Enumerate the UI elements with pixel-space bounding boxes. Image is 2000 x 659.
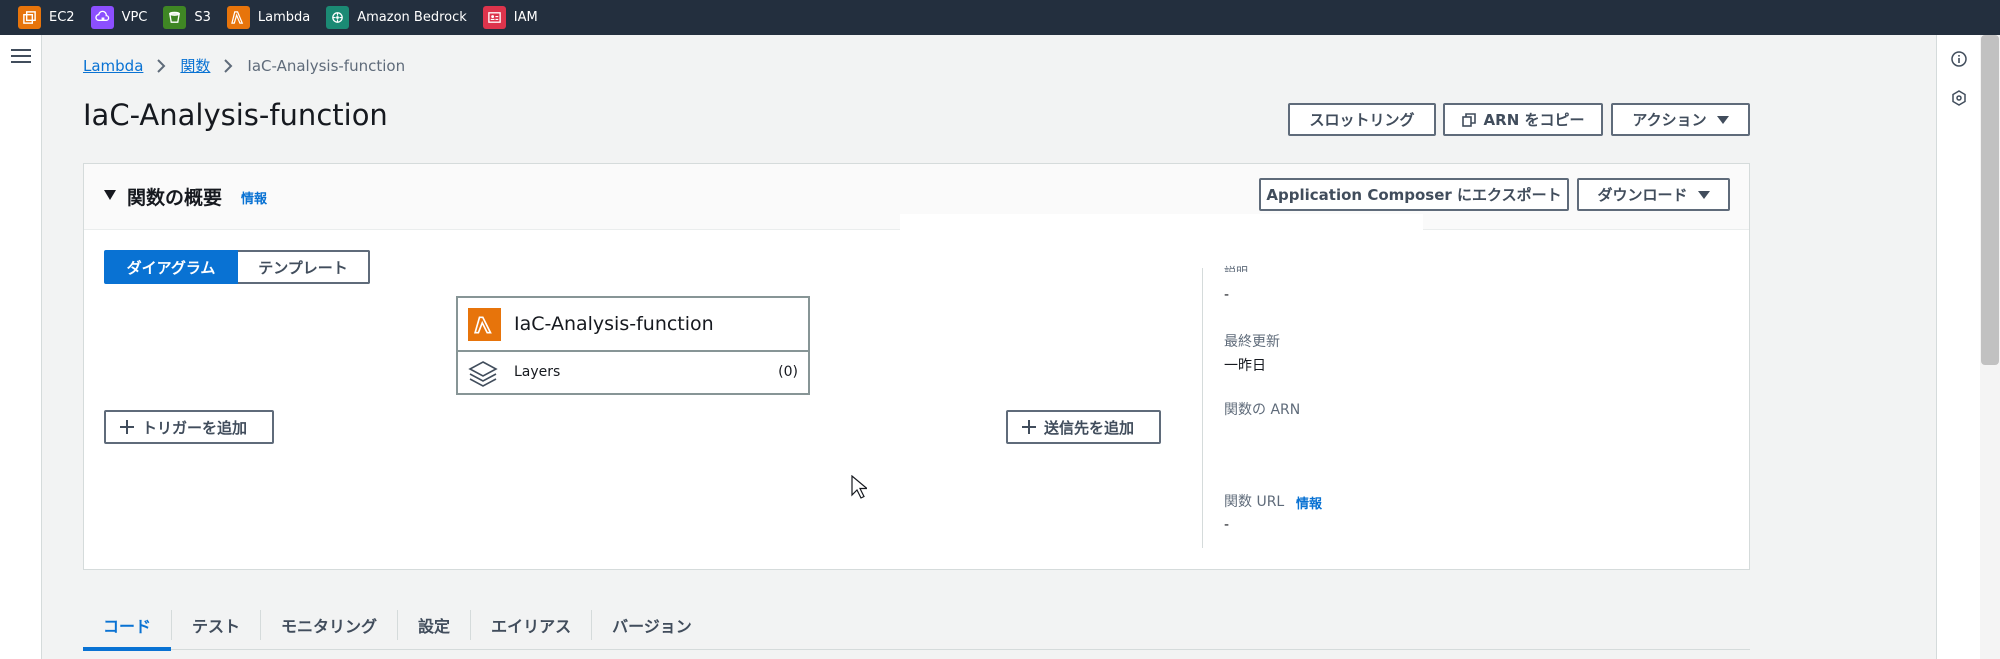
chevron-right-icon — [157, 58, 166, 73]
panel-divider — [1202, 268, 1203, 548]
function-overview-panel: 関数の概要 情報 Application Composer にエクスポート ダウ… — [83, 163, 1750, 570]
function-url-label: 関数 URL — [1224, 494, 1285, 510]
right-tools-rail — [1936, 35, 1980, 659]
page-title: IaC-Analysis-function — [83, 98, 388, 132]
function-arn-label: 関数の ARN — [1224, 402, 1301, 418]
function-url-info-link[interactable]: 情報 — [1296, 493, 1322, 512]
last-modified-value: 一昨日 — [1224, 358, 1266, 374]
s3-icon — [163, 6, 187, 29]
favorite-vpc[interactable]: VPC — [90, 0, 148, 35]
lambda-icon — [468, 308, 501, 341]
breadcrumb-lambda-link[interactable]: Lambda — [83, 57, 143, 75]
tab-aliases[interactable]: エイリアス — [471, 600, 591, 650]
ec2-icon — [18, 6, 41, 29]
caret-down-icon — [1716, 115, 1729, 124]
plus-icon — [120, 420, 134, 434]
tab-versions[interactable]: バージョン — [592, 600, 712, 650]
actions-button-label: アクション — [1632, 111, 1707, 129]
mouse-cursor-icon — [851, 475, 867, 499]
diagram-tab[interactable]: ダイアグラム — [104, 250, 238, 284]
throttle-button-label: スロットリング — [1309, 111, 1415, 129]
bedrock-icon — [326, 6, 350, 29]
description-value: - — [1224, 287, 1230, 303]
last-modified-label: 最終更新 — [1224, 334, 1280, 350]
actions-dropdown-button[interactable]: アクション — [1611, 103, 1750, 136]
caret-down-icon — [1697, 190, 1710, 199]
menu-icon[interactable] — [11, 49, 31, 65]
info-icon[interactable] — [1951, 51, 1967, 67]
favorite-label: VPC — [121, 10, 148, 25]
export-to-composer-button[interactable]: Application Composer にエクスポート — [1259, 178, 1569, 211]
favorite-lambda[interactable]: Lambda — [226, 0, 311, 35]
export-button-label: Application Composer にエクスポート — [1266, 186, 1562, 204]
description-label: 説明 — [1224, 265, 1249, 272]
favorite-label: Lambda — [257, 10, 311, 25]
layers-icon — [468, 361, 498, 387]
layers-label[interactable]: Layers — [514, 364, 560, 380]
favorite-ec2[interactable]: EC2 — [18, 0, 75, 35]
vpc-icon — [90, 6, 114, 29]
tab-test[interactable]: テスト — [172, 600, 260, 650]
function-tabs: コード テスト モニタリング 設定 エイリアス バージョン — [83, 600, 1750, 651]
favorite-bedrock[interactable]: Amazon Bedrock — [326, 0, 467, 35]
add-destination-button[interactable]: 送信先を追加 — [1006, 410, 1161, 444]
favorites-bar: EC2 VPC S3 Lambda Amazon Bedrock IAM — [0, 0, 2000, 35]
function-node-name: IaC-Analysis-function — [514, 313, 714, 335]
left-navigation-rail — [0, 35, 42, 659]
favorite-iam[interactable]: IAM — [482, 0, 538, 35]
scrollbar-thumb[interactable] — [1981, 35, 1999, 365]
plus-icon — [1022, 420, 1036, 434]
template-tab[interactable]: テンプレート — [238, 250, 370, 284]
breadcrumb: Lambda 関数 IaC-Analysis-function — [83, 55, 405, 76]
lambda-icon — [226, 6, 250, 29]
breadcrumb-current: IaC-Analysis-function — [247, 56, 406, 75]
layers-count: (0) — [778, 364, 798, 380]
copy-arn-button-label: ARN をコピー — [1483, 111, 1585, 129]
tab-configuration[interactable]: 設定 — [398, 600, 470, 650]
function-diagram-node[interactable]: IaC-Analysis-function Layers (0) — [456, 296, 810, 395]
function-url-value: - — [1224, 517, 1230, 533]
favorite-label: IAM — [513, 10, 538, 25]
copy-arn-button[interactable]: ARN をコピー — [1443, 103, 1603, 136]
function-node-header: IaC-Analysis-function — [458, 298, 808, 352]
view-toggle: ダイアグラム テンプレート — [104, 250, 370, 284]
favorite-s3[interactable]: S3 — [163, 0, 211, 35]
tab-monitoring[interactable]: モニタリング — [261, 600, 397, 650]
add-trigger-label: トリガーを追加 — [142, 418, 248, 437]
download-dropdown-button[interactable]: ダウンロード — [1577, 178, 1730, 211]
throttle-button[interactable]: スロットリング — [1288, 103, 1436, 136]
iam-icon — [482, 6, 506, 29]
chevron-right-icon — [224, 58, 233, 73]
settings-hexagon-icon[interactable] — [1951, 90, 1967, 106]
copy-icon — [1461, 112, 1476, 127]
favorite-label: EC2 — [49, 10, 75, 25]
header-gap — [900, 214, 1423, 230]
panel-title: 関数の概要 — [127, 187, 223, 209]
caret-down-icon[interactable] — [104, 189, 116, 201]
breadcrumb-functions-link[interactable]: 関数 — [180, 55, 210, 76]
add-destination-label: 送信先を追加 — [1044, 418, 1135, 437]
tab-code[interactable]: コード — [83, 600, 172, 651]
add-trigger-button[interactable]: トリガーを追加 — [104, 410, 274, 444]
download-button-label: ダウンロード — [1597, 186, 1688, 204]
overview-info-link[interactable]: 情報 — [241, 188, 267, 207]
favorite-label: Amazon Bedrock — [357, 10, 467, 25]
favorite-label: S3 — [194, 10, 211, 25]
